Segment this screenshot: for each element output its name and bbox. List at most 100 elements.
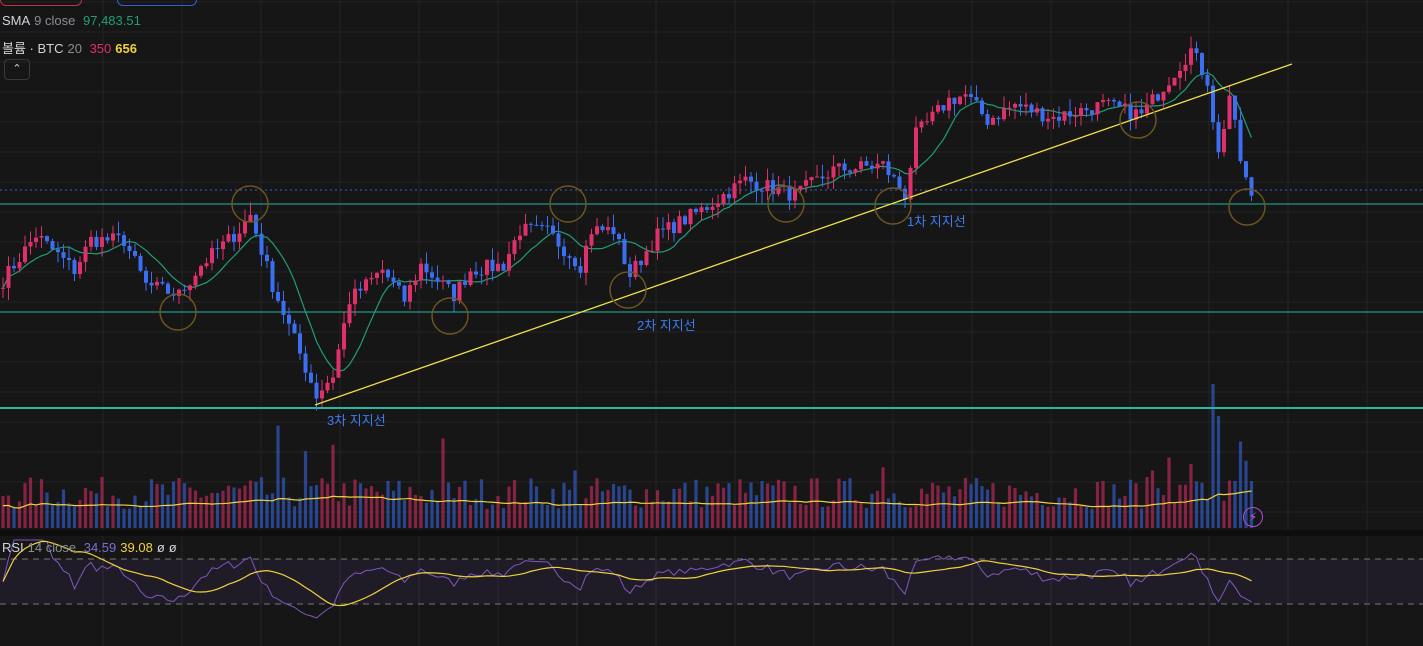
- volume-bar: [820, 506, 825, 528]
- volume-bar: [298, 497, 302, 528]
- volume-bar: [782, 481, 786, 528]
- top-button-right[interactable]: [117, 0, 197, 6]
- volume-bar: [490, 504, 495, 528]
- volume-bar: [1205, 498, 1210, 528]
- candle-body: [177, 289, 181, 296]
- candle-body: [468, 271, 473, 285]
- rsi-legend[interactable]: RSI 14 close 34.59 39.08 ø ø: [2, 540, 181, 555]
- volume-bar: [666, 501, 671, 528]
- candle-body: [375, 272, 379, 278]
- candle-body: [534, 224, 539, 226]
- candle-body: [529, 223, 533, 225]
- candle-body: [787, 185, 792, 201]
- price-chart[interactable]: [0, 0, 1423, 646]
- candle-body: [743, 176, 748, 181]
- volume-bar: [507, 486, 511, 528]
- candle-body: [545, 225, 550, 227]
- candle-body: [485, 259, 489, 275]
- volume-bar: [749, 482, 753, 528]
- candle-body: [83, 246, 88, 262]
- candle-body: [347, 304, 352, 324]
- candle-body: [474, 271, 478, 275]
- volume-bar: [72, 506, 77, 528]
- volume-bar: [1216, 416, 1221, 528]
- rsi-name: RSI: [2, 540, 24, 555]
- volume-bar: [144, 501, 148, 528]
- volume-bar: [677, 488, 682, 528]
- highlight-circle: [609, 271, 647, 309]
- volume-bar: [259, 477, 264, 528]
- candle-body: [1073, 116, 1078, 118]
- top-button-left[interactable]: [0, 0, 82, 6]
- highlight-circle: [1119, 101, 1157, 139]
- candle-body: [666, 222, 671, 230]
- candle-body: [1029, 104, 1034, 113]
- sma-value: 97,483.51: [83, 13, 141, 28]
- candle-body: [589, 234, 594, 246]
- volume-bar: [611, 483, 616, 528]
- rsi-value: 34.59: [83, 540, 117, 555]
- volume-bar: [1084, 507, 1089, 528]
- candle-body: [17, 262, 22, 269]
- volume-value: 350: [89, 41, 112, 56]
- candle-body: [331, 377, 335, 383]
- candle-body: [364, 279, 368, 291]
- volume-bar: [127, 508, 132, 528]
- volume-bar: [105, 506, 110, 528]
- volume-bar: [479, 479, 484, 528]
- candle-body: [1128, 103, 1133, 120]
- candle-body: [193, 275, 198, 286]
- volume-bar: [1139, 508, 1144, 528]
- candle-body: [837, 163, 841, 167]
- candle-body: [226, 234, 231, 242]
- lightning-icon[interactable]: ⚡: [1243, 507, 1263, 527]
- sma-legend[interactable]: SMA 9 close 97,483.51: [2, 13, 145, 28]
- volume-bar: [182, 483, 187, 528]
- candle-body: [980, 100, 984, 115]
- candle-body: [952, 97, 957, 105]
- volume-bar: [204, 495, 209, 528]
- candle-body: [254, 214, 258, 234]
- candle-body: [1216, 122, 1221, 153]
- candle-body: [1079, 108, 1083, 117]
- volume-bar: [496, 496, 500, 528]
- volume-bar: [1227, 480, 1232, 528]
- volume-bar: [17, 501, 22, 528]
- collapse-legend-button[interactable]: ⌃: [4, 59, 30, 80]
- volume-bar: [221, 490, 225, 528]
- candle-body: [336, 349, 341, 378]
- volume-legend[interactable]: 볼륨 · BTC 20 350 656: [2, 38, 141, 57]
- volume-bar: [837, 478, 841, 528]
- candle-body: [435, 277, 440, 282]
- candle-body: [886, 161, 891, 176]
- volume-bar: [188, 487, 192, 528]
- volume-bar: [342, 483, 346, 528]
- candle-body: [870, 165, 874, 169]
- volume-bar: [309, 486, 313, 528]
- volume-bar: [463, 480, 467, 528]
- volume-bar: [336, 501, 341, 528]
- candle-body: [661, 228, 665, 230]
- candle-body: [727, 193, 731, 199]
- candle-body: [1200, 53, 1204, 75]
- candle-body: [617, 234, 621, 240]
- candle-body: [1046, 118, 1050, 122]
- candle-body: [815, 176, 819, 178]
- candle-body: [1090, 110, 1094, 115]
- candle-body: [556, 233, 561, 247]
- sma-params: 9 close: [34, 13, 76, 28]
- rsi-extra-1: ø: [156, 540, 165, 555]
- rsi-ma-value: 39.08: [120, 540, 153, 555]
- candle-body: [155, 281, 159, 286]
- support-label-2: 2차 지지선: [637, 318, 696, 333]
- candle-body: [78, 261, 82, 275]
- candle-body: [963, 94, 968, 97]
- volume-bar: [584, 498, 588, 528]
- candle-body: [936, 105, 940, 112]
- volume-bar: [28, 477, 33, 528]
- candle-body: [826, 177, 830, 179]
- volume-bar: [732, 505, 737, 528]
- volume-bar: [391, 490, 396, 528]
- candle-body: [320, 390, 324, 399]
- volume-bar: [270, 493, 275, 528]
